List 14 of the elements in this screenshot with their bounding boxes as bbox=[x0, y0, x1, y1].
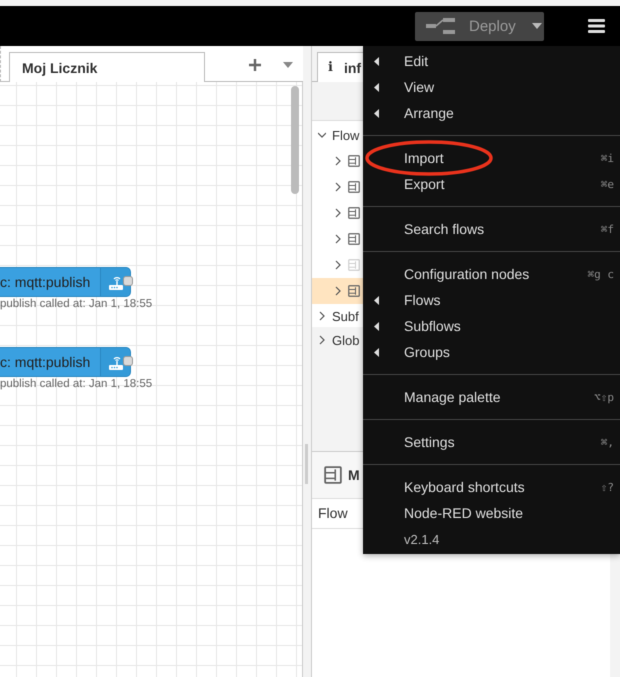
tree-label: Flow bbox=[332, 128, 360, 142]
shortcut-label: ⌘e bbox=[600, 178, 614, 190]
node-status: publish called at: Jan 1, 18:55 bbox=[0, 378, 152, 390]
shortcut-label: ⌘i bbox=[600, 152, 614, 164]
shortcut-label: ⇧? bbox=[600, 480, 614, 494]
shortcut-label: ⌘f bbox=[600, 222, 614, 236]
shortcut-label: ⌘g c bbox=[588, 268, 614, 280]
tree-label: Glob bbox=[332, 332, 360, 348]
shortcut-label: ⌥⇧p bbox=[594, 390, 614, 404]
shortcut-label: ⌘, bbox=[600, 436, 614, 448]
panel-title: M bbox=[348, 467, 360, 483]
node-status: publish called at: Jan 1, 18:55 bbox=[0, 298, 152, 310]
version-label: v2.1.4 bbox=[403, 530, 440, 548]
tree-label: Subf bbox=[332, 308, 359, 324]
